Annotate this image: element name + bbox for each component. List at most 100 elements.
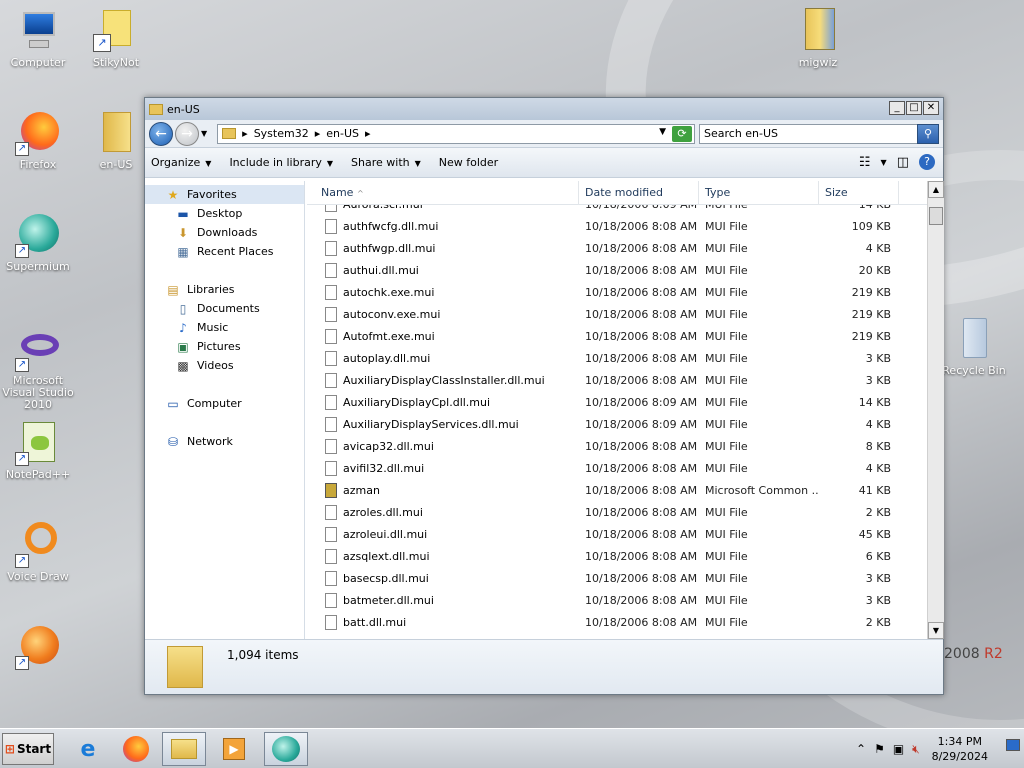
- address-field[interactable]: ▸ System32 ▸ en-US ▸ ▼ ⟳: [217, 123, 695, 144]
- start-button[interactable]: ⊞ Start: [2, 733, 54, 765]
- file-row[interactable]: AuxiliaryDisplayServices.dll.mui 10/18/20…: [307, 413, 927, 435]
- scroll-thumb[interactable]: [929, 207, 943, 225]
- file-row[interactable]: AuxiliaryDisplayClassInstaller.dll.mui 10…: [307, 369, 927, 391]
- refresh-button[interactable]: ⟳: [672, 125, 692, 142]
- nav-downloads[interactable]: ⬇ Downloads: [145, 223, 304, 242]
- taskbar-media-player[interactable]: ▶: [212, 732, 256, 766]
- file-row[interactable]: Aurora.scr.mui 10/18/2006 8:09 AMMUI File…: [307, 205, 927, 215]
- breadcrumb-separator[interactable]: ▸: [365, 127, 371, 140]
- nav-libraries[interactable]: ▤ Libraries: [145, 280, 304, 299]
- file-row[interactable]: avifil32.dll.mui 10/18/2006 8:08 AM MUI Fi…: [307, 457, 927, 479]
- column-type[interactable]: Type: [699, 181, 819, 205]
- help-icon[interactable]: ?: [919, 154, 935, 170]
- file-name-cell: avicap32.dll.mui: [307, 438, 579, 454]
- desktop-icon-en-us[interactable]: en-US: [78, 110, 154, 171]
- breadcrumb-system32[interactable]: System32: [254, 127, 309, 140]
- file-row[interactable]: batmeter.dll.mui 10/18/2006 8:08 AM MUI Fi…: [307, 589, 927, 611]
- desktop-icon-computer[interactable]: Computer: [0, 8, 76, 69]
- desktop-icon-notepad-plus[interactable]: ↗ NotePad++: [0, 420, 76, 481]
- view-options-icon[interactable]: ☷: [859, 155, 871, 170]
- file-row[interactable]: authui.dll.mui 10/18/2006 8:08 AM MUI File…: [307, 259, 927, 281]
- file-row[interactable]: azroles.dll.mui 10/18/2006 8:08 AM MUI Fil…: [307, 501, 927, 523]
- file-row[interactable]: autoplay.dll.mui 10/18/2006 8:08 AM MUI Fi…: [307, 347, 927, 369]
- column-name[interactable]: Name ^: [307, 181, 579, 205]
- file-date: 10/18/2006 8:08 AM: [585, 505, 698, 519]
- file-row[interactable]: autoconv.exe.mui 10/18/2006 8:08 AM MUI Fi…: [307, 303, 927, 325]
- file-icon: [325, 218, 337, 234]
- breadcrumb-separator[interactable]: ▸: [242, 127, 248, 140]
- search-icon[interactable]: ⚲: [917, 123, 939, 144]
- file-row[interactable]: batt.dll.mui 10/18/2006 8:08 AM MUI File 2 …: [307, 611, 927, 633]
- organize-menu[interactable]: Organize ▼: [151, 156, 211, 169]
- back-button[interactable]: ←: [149, 121, 173, 146]
- forward-button[interactable]: →: [175, 121, 199, 146]
- nav-network[interactable]: ⛁ Network: [145, 432, 304, 451]
- item-count: 1,094 items: [227, 648, 299, 662]
- desktop-icon-migwiz[interactable]: migwiz: [780, 8, 856, 69]
- nav-documents[interactable]: ▯ Documents: [145, 299, 304, 318]
- internet-explorer-icon: e: [80, 736, 96, 762]
- windows-logo-icon: ⊞: [4, 742, 15, 756]
- desktop-icon-visual-studio[interactable]: ↗ Microsoft Visual Studio 2010: [0, 326, 76, 411]
- file-date: 10/18/2006 8:08 AM: [585, 307, 698, 321]
- nav-recent-places[interactable]: ▦ Recent Places: [145, 242, 304, 261]
- desktop-icon-voice-draw[interactable]: ↗ Voice Draw: [0, 522, 76, 583]
- file-row[interactable]: authfwgp.dll.mui 10/18/2006 8:08 AM MUI Fi…: [307, 237, 927, 259]
- action-center-flag-icon[interactable]: ⚑: [874, 742, 885, 756]
- file-row[interactable]: AuxiliaryDisplayCpl.dll.mui 10/18/2006 8:…: [307, 391, 927, 413]
- share-with-menu[interactable]: Share with ▼: [351, 156, 421, 169]
- desktop-icon-supermium[interactable]: ↗ Supermium: [0, 212, 76, 273]
- shortcut-arrow-icon: ↗: [15, 656, 29, 670]
- scroll-down-button[interactable]: ▼: [928, 622, 944, 639]
- shortcut-arrow-icon: ↗: [15, 142, 29, 156]
- nav-pictures[interactable]: ▣ Pictures: [145, 337, 304, 356]
- taskbar-explorer[interactable]: [162, 732, 206, 766]
- view-dropdown-icon[interactable]: ▼: [881, 158, 887, 167]
- search-input[interactable]: Search en-US ⚲: [699, 123, 939, 144]
- close-button[interactable]: ✕: [923, 101, 939, 115]
- desktop-icon-stikynot[interactable]: ↗ StikyNot: [78, 8, 154, 69]
- title-bar[interactable]: en-US _ □ ✕: [145, 98, 943, 120]
- file-row[interactable]: authfwcfg.dll.mui 10/18/2006 8:08 AM MUI F…: [307, 215, 927, 237]
- show-desktop-icon[interactable]: [1006, 739, 1020, 751]
- file-row[interactable]: avicap32.dll.mui 10/18/2006 8:08 AM MUI Fi…: [307, 435, 927, 457]
- column-size[interactable]: Size: [819, 181, 899, 205]
- file-row[interactable]: azroleui.dll.mui 10/18/2006 8:08 AM MUI Fi…: [307, 523, 927, 545]
- minimize-button[interactable]: _: [889, 101, 905, 115]
- vertical-scrollbar[interactable]: ▲ ▼: [927, 181, 944, 639]
- file-row[interactable]: basecsp.dll.mui 10/18/2006 8:08 AM MUI Fil…: [307, 567, 927, 589]
- file-row[interactable]: azsqlext.dll.mui 10/18/2006 8:08 AM MUI Fi…: [307, 545, 927, 567]
- breadcrumb-separator[interactable]: ▸: [315, 127, 321, 140]
- file-row[interactable]: Autofmt.exe.mui 10/18/2006 8:08 AM MUI Fil…: [307, 325, 927, 347]
- maximize-button[interactable]: □: [906, 101, 922, 115]
- column-date-modified[interactable]: Date modified: [579, 181, 699, 205]
- nav-videos[interactable]: ▩ Videos: [145, 356, 304, 375]
- preview-pane-icon[interactable]: ◫: [897, 155, 909, 170]
- file-row[interactable]: autochk.exe.mui 10/18/2006 8:08 AM MUI Fil…: [307, 281, 927, 303]
- show-hidden-icons-icon[interactable]: ⌃: [856, 742, 866, 756]
- network-icon[interactable]: ▣: [893, 742, 904, 756]
- scroll-up-button[interactable]: ▲: [928, 181, 944, 198]
- new-folder-button[interactable]: New folder: [439, 156, 498, 169]
- include-in-library-menu[interactable]: Include in library ▼: [229, 156, 333, 169]
- desktop-icon-firefox[interactable]: ↗ Firefox: [0, 110, 76, 171]
- desktop-icon-recycle-bin[interactable]: Recycle Bin: [936, 316, 1012, 377]
- taskbar-firefox[interactable]: [114, 732, 158, 766]
- volume-muted-icon[interactable]: 🔇︎: [912, 742, 920, 757]
- nav-music[interactable]: ♪ Music: [145, 318, 304, 337]
- address-dropdown[interactable]: ▼: [659, 127, 666, 137]
- nav-computer[interactable]: ▭ Computer: [145, 394, 304, 413]
- clock[interactable]: 1:34 PM 8/29/2024: [932, 734, 988, 764]
- breadcrumb-en-us[interactable]: en-US: [326, 127, 359, 140]
- file-row[interactable]: azman 10/18/2006 8:08 AM Microsoft Common …: [307, 479, 927, 501]
- libraries-icon: ▤: [167, 282, 179, 297]
- desktop-icon-media[interactable]: ↗: [0, 624, 76, 673]
- recent-pages-dropdown[interactable]: ▼: [201, 129, 207, 138]
- taskbar-supermium[interactable]: [264, 732, 308, 766]
- music-icon: ♪: [179, 320, 187, 335]
- taskbar-internet-explorer[interactable]: e: [66, 732, 110, 766]
- nav-desktop[interactable]: ▬ Desktop: [145, 204, 304, 223]
- computer-icon: [15, 8, 61, 54]
- file-type: MUI File: [705, 263, 748, 277]
- nav-favorites[interactable]: ★ Favorites: [145, 185, 304, 204]
